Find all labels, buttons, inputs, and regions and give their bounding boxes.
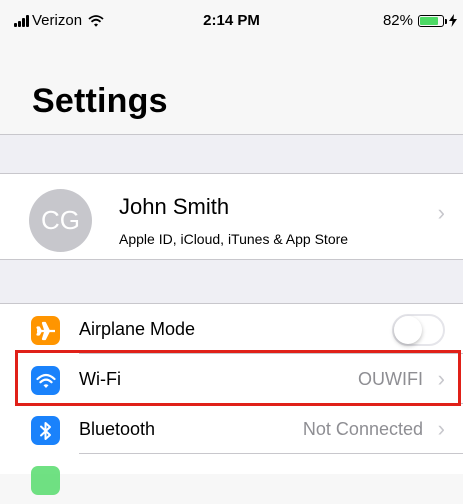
avatar: CG [29, 189, 92, 252]
cellular-row[interactable] [0, 454, 463, 504]
bluetooth-row[interactable]: Bluetooth Not Connected › [0, 404, 463, 454]
apple-id-row[interactable]: CG John Smith Apple ID, iCloud, iTunes &… [0, 174, 463, 259]
airplane-mode-row: Airplane Mode [0, 304, 463, 354]
section-spacer [0, 260, 463, 303]
charging-bolt-icon [449, 14, 457, 27]
profile-name: John Smith [119, 194, 230, 219]
status-bar: Verizon 2:14 PM 82% [0, 0, 463, 44]
bluetooth-icon [31, 416, 60, 445]
bluetooth-label: Bluetooth [79, 419, 156, 439]
airplane-icon [31, 316, 60, 345]
profile-group: CG John Smith Apple ID, iCloud, iTunes &… [0, 174, 463, 259]
airplane-mode-label: Airplane Mode [79, 319, 196, 339]
chevron-right-icon: › [437, 200, 445, 225]
profile-subtitle: Apple ID, iCloud, iTunes & App Store [119, 231, 349, 247]
wifi-highlight-box [15, 350, 461, 406]
airplane-mode-toggle[interactable] [392, 314, 445, 346]
toggle-knob [394, 316, 422, 344]
bluetooth-status-value: Not Connected [302, 419, 423, 439]
section-spacer [0, 135, 463, 173]
battery-percent: 82% [382, 12, 413, 29]
cellular-icon [31, 466, 60, 495]
battery-fill [420, 16, 438, 25]
chevron-right-icon: › [437, 416, 445, 441]
status-right: 82% [383, 12, 457, 29]
battery-icon [418, 14, 447, 27]
page-title: Settings [32, 82, 168, 120]
